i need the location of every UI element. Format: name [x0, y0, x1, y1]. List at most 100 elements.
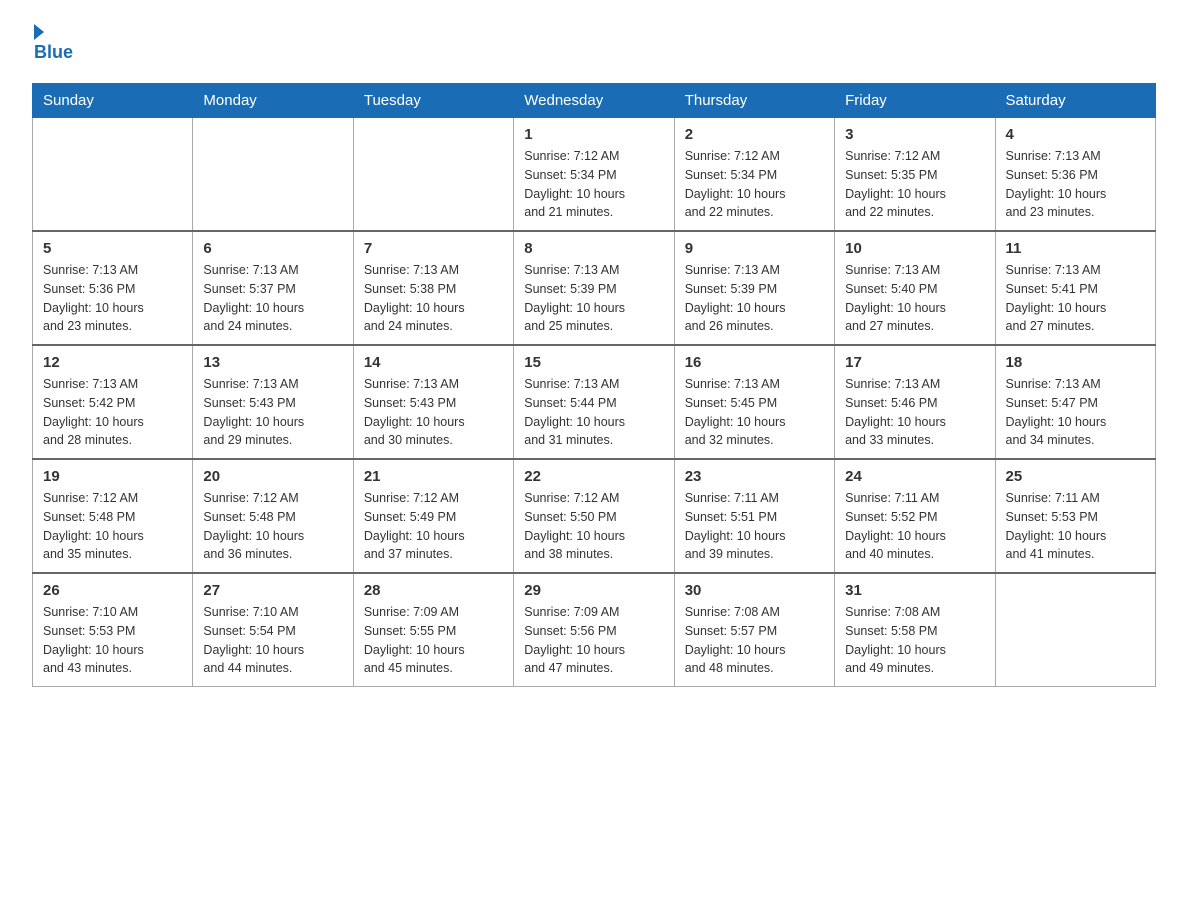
- cell-info-text: Sunrise: 7:12 AM Sunset: 5:34 PM Dayligh…: [685, 147, 824, 222]
- cell-day-number: 30: [685, 582, 824, 599]
- cell-info-text: Sunrise: 7:08 AM Sunset: 5:58 PM Dayligh…: [845, 603, 984, 678]
- cell-info-text: Sunrise: 7:13 AM Sunset: 5:38 PM Dayligh…: [364, 261, 503, 336]
- cell-info-text: Sunrise: 7:12 AM Sunset: 5:35 PM Dayligh…: [845, 147, 984, 222]
- cell-day-number: 6: [203, 240, 342, 257]
- cell-info-text: Sunrise: 7:12 AM Sunset: 5:49 PM Dayligh…: [364, 489, 503, 564]
- calendar-cell: 5 Sunrise: 7:13 AM Sunset: 5:36 PM Daylig…: [33, 231, 193, 345]
- cell-day-number: 12: [43, 354, 182, 371]
- cell-info-text: Sunrise: 7:10 AM Sunset: 5:53 PM Dayligh…: [43, 603, 182, 678]
- cell-info-text: Sunrise: 7:12 AM Sunset: 5:34 PM Dayligh…: [524, 147, 663, 222]
- calendar-cell: 1 Sunrise: 7:12 AM Sunset: 5:34 PM Daylig…: [514, 118, 674, 232]
- calendar-week-1: 1 Sunrise: 7:12 AM Sunset: 5:34 PM Daylig…: [33, 118, 1156, 232]
- cell-info-text: Sunrise: 7:13 AM Sunset: 5:40 PM Dayligh…: [845, 261, 984, 336]
- cell-day-number: 17: [845, 354, 984, 371]
- calendar-cell: 27Sunrise: 7:10 AM Sunset: 5:54 PM Dayli…: [193, 573, 353, 687]
- day-header-thursday: Thursday: [674, 84, 834, 118]
- cell-day-number: 1: [524, 126, 663, 143]
- calendar-week-4: 19Sunrise: 7:12 AM Sunset: 5:48 PM Dayli…: [33, 459, 1156, 573]
- cell-day-number: 10: [845, 240, 984, 257]
- cell-day-number: 2: [685, 126, 824, 143]
- cell-day-number: 14: [364, 354, 503, 371]
- day-header-friday: Friday: [835, 84, 995, 118]
- calendar-week-5: 26 Sunrise: 7:10 AM Sunset: 5:53 PM Dayli…: [33, 573, 1156, 687]
- cell-day-number: 25: [1006, 468, 1145, 485]
- cell-day-number: 4: [1006, 126, 1145, 143]
- cell-info-text: Sunrise: 7:13 AM Sunset: 5:46 PM Dayligh…: [845, 375, 984, 450]
- calendar-cell: 18 Sunrise: 7:13 AM Sunset: 5:47 PM Dayli…: [995, 345, 1155, 459]
- cell-info-text: Sunrise: 7:11 AM Sunset: 5:52 PM Dayligh…: [845, 489, 984, 564]
- cell-info-text: Sunrise: 7:09 AM Sunset: 5:55 PM Dayligh…: [364, 603, 503, 678]
- cell-day-number: 5: [43, 240, 182, 257]
- cell-info-text: Sunrise: 7:08 AM Sunset: 5:57 PM Dayligh…: [685, 603, 824, 678]
- cell-info-text: Sunrise: 7:13 AM Sunset: 5:42 PM Dayligh…: [43, 375, 182, 450]
- calendar-header-row: SundayMondayTuesdayWednesdayThursdayFrid…: [33, 84, 1156, 118]
- calendar-cell: [353, 118, 513, 232]
- calendar-cell: 9 Sunrise: 7:13 AM Sunset: 5:39 PM Daylig…: [674, 231, 834, 345]
- calendar-week-3: 12 Sunrise: 7:13 AM Sunset: 5:42 PM Dayli…: [33, 345, 1156, 459]
- calendar-cell: 17 Sunrise: 7:13 AM Sunset: 5:46 PM Dayli…: [835, 345, 995, 459]
- cell-info-text: Sunrise: 7:13 AM Sunset: 5:39 PM Dayligh…: [524, 261, 663, 336]
- calendar-table: SundayMondayTuesdayWednesdayThursdayFrid…: [32, 83, 1156, 687]
- cell-day-number: 29: [524, 582, 663, 599]
- calendar-cell: 3 Sunrise: 7:12 AM Sunset: 5:35 PM Daylig…: [835, 118, 995, 232]
- cell-info-text: Sunrise: 7:13 AM Sunset: 5:37 PM Dayligh…: [203, 261, 342, 336]
- logo-arrow-icon: [34, 24, 44, 40]
- calendar-cell: 4 Sunrise: 7:13 AM Sunset: 5:36 PM Daylig…: [995, 118, 1155, 232]
- logo-subtitle: Blue: [32, 42, 73, 63]
- calendar-cell: 16 Sunrise: 7:13 AM Sunset: 5:45 PM Dayli…: [674, 345, 834, 459]
- cell-day-number: 9: [685, 240, 824, 257]
- cell-info-text: Sunrise: 7:13 AM Sunset: 5:41 PM Dayligh…: [1006, 261, 1145, 336]
- cell-info-text: Sunrise: 7:13 AM Sunset: 5:36 PM Dayligh…: [1006, 147, 1145, 222]
- calendar-cell: 28Sunrise: 7:09 AM Sunset: 5:55 PM Dayli…: [353, 573, 513, 687]
- cell-info-text: Sunrise: 7:12 AM Sunset: 5:50 PM Dayligh…: [524, 489, 663, 564]
- calendar-week-2: 5 Sunrise: 7:13 AM Sunset: 5:36 PM Daylig…: [33, 231, 1156, 345]
- cell-day-number: 13: [203, 354, 342, 371]
- cell-day-number: 16: [685, 354, 824, 371]
- day-header-saturday: Saturday: [995, 84, 1155, 118]
- cell-info-text: Sunrise: 7:13 AM Sunset: 5:45 PM Dayligh…: [685, 375, 824, 450]
- cell-info-text: Sunrise: 7:13 AM Sunset: 5:44 PM Dayligh…: [524, 375, 663, 450]
- cell-day-number: 11: [1006, 240, 1145, 257]
- page-header: Blue: [32, 24, 1156, 63]
- calendar-cell: [33, 118, 193, 232]
- calendar-cell: 19Sunrise: 7:12 AM Sunset: 5:48 PM Dayli…: [33, 459, 193, 573]
- calendar-cell: 26 Sunrise: 7:10 AM Sunset: 5:53 PM Dayli…: [33, 573, 193, 687]
- calendar-cell: 31Sunrise: 7:08 AM Sunset: 5:58 PM Dayli…: [835, 573, 995, 687]
- calendar-cell: 10 Sunrise: 7:13 AM Sunset: 5:40 PM Dayli…: [835, 231, 995, 345]
- cell-info-text: Sunrise: 7:11 AM Sunset: 5:53 PM Dayligh…: [1006, 489, 1145, 564]
- cell-info-text: Sunrise: 7:13 AM Sunset: 5:47 PM Dayligh…: [1006, 375, 1145, 450]
- calendar-cell: 8 Sunrise: 7:13 AM Sunset: 5:39 PM Daylig…: [514, 231, 674, 345]
- calendar-cell: 23Sunrise: 7:11 AM Sunset: 5:51 PM Dayli…: [674, 459, 834, 573]
- calendar-cell: [193, 118, 353, 232]
- cell-day-number: 8: [524, 240, 663, 257]
- cell-info-text: Sunrise: 7:12 AM Sunset: 5:48 PM Dayligh…: [43, 489, 182, 564]
- day-header-sunday: Sunday: [33, 84, 193, 118]
- calendar-cell: 14 Sunrise: 7:13 AM Sunset: 5:43 PM Dayli…: [353, 345, 513, 459]
- cell-info-text: Sunrise: 7:13 AM Sunset: 5:43 PM Dayligh…: [203, 375, 342, 450]
- cell-info-text: Sunrise: 7:11 AM Sunset: 5:51 PM Dayligh…: [685, 489, 824, 564]
- cell-day-number: 26: [43, 582, 182, 599]
- calendar-cell: 20 Sunrise: 7:12 AM Sunset: 5:48 PM Dayli…: [193, 459, 353, 573]
- calendar-cell: 30 Sunrise: 7:08 AM Sunset: 5:57 PM Dayli…: [674, 573, 834, 687]
- cell-info-text: Sunrise: 7:13 AM Sunset: 5:39 PM Dayligh…: [685, 261, 824, 336]
- cell-day-number: 24: [845, 468, 984, 485]
- cell-day-number: 18: [1006, 354, 1145, 371]
- day-header-monday: Monday: [193, 84, 353, 118]
- cell-day-number: 15: [524, 354, 663, 371]
- cell-day-number: 27: [203, 582, 342, 599]
- cell-info-text: Sunrise: 7:13 AM Sunset: 5:36 PM Dayligh…: [43, 261, 182, 336]
- cell-info-text: Sunrise: 7:12 AM Sunset: 5:48 PM Dayligh…: [203, 489, 342, 564]
- calendar-cell: 13 Sunrise: 7:13 AM Sunset: 5:43 PM Dayli…: [193, 345, 353, 459]
- calendar-cell: 7 Sunrise: 7:13 AM Sunset: 5:38 PM Daylig…: [353, 231, 513, 345]
- calendar-cell: 15 Sunrise: 7:13 AM Sunset: 5:44 PM Dayli…: [514, 345, 674, 459]
- cell-day-number: 22: [524, 468, 663, 485]
- cell-day-number: 20: [203, 468, 342, 485]
- day-header-wednesday: Wednesday: [514, 84, 674, 118]
- calendar-cell: [995, 573, 1155, 687]
- calendar-cell: 22 Sunrise: 7:12 AM Sunset: 5:50 PM Dayli…: [514, 459, 674, 573]
- cell-day-number: 3: [845, 126, 984, 143]
- cell-day-number: 7: [364, 240, 503, 257]
- calendar-cell: 25 Sunrise: 7:11 AM Sunset: 5:53 PM Dayli…: [995, 459, 1155, 573]
- cell-info-text: Sunrise: 7:13 AM Sunset: 5:43 PM Dayligh…: [364, 375, 503, 450]
- calendar-cell: 11 Sunrise: 7:13 AM Sunset: 5:41 PM Dayli…: [995, 231, 1155, 345]
